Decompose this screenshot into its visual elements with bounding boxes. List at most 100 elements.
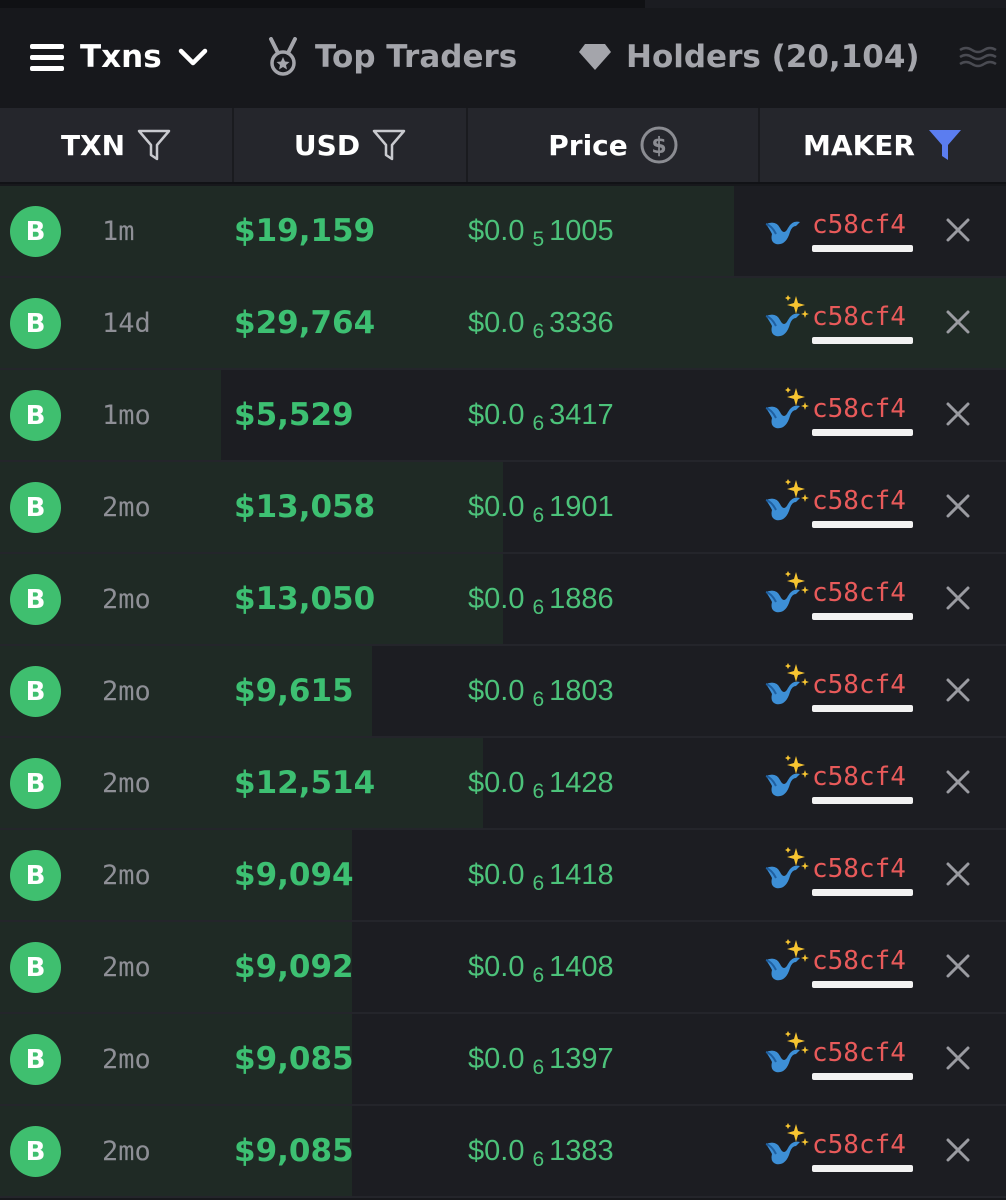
- top-strip-right: [645, 0, 1006, 8]
- maker-address-link[interactable]: c58cf4: [812, 554, 906, 632]
- buy-badge: B: [10, 482, 61, 533]
- tab-holders[interactable]: Holders (20,104): [578, 8, 920, 106]
- price-zero-count: 6: [532, 596, 545, 619]
- price-zero-count: 6: [532, 964, 545, 987]
- close-icon[interactable]: [944, 1136, 972, 1164]
- tab-bar: Txns Top Traders Holders (20,104): [0, 8, 1006, 113]
- sparkle-whale-icon: [762, 754, 810, 800]
- table-row[interactable]: B 2mo $9,092 $0.0 6 1408 c58cf4: [0, 922, 1006, 1014]
- sparkle-whale-icon: [762, 846, 810, 892]
- buy-badge: B: [10, 942, 61, 993]
- sparkle-whale-icon: [762, 938, 810, 984]
- more-tabs-icon[interactable]: [958, 8, 998, 106]
- maker-address-link[interactable]: c58cf4: [812, 922, 906, 1000]
- txn-age: 1mo: [102, 399, 151, 431]
- price-digits: 1428: [549, 766, 614, 799]
- maker-address-link[interactable]: c58cf4: [812, 830, 906, 908]
- maker-address-link[interactable]: c58cf4: [812, 370, 906, 448]
- table-row[interactable]: B 2mo $9,094 $0.0 6 1418 c58cf4: [0, 830, 1006, 922]
- maker-address-link[interactable]: c58cf4: [812, 186, 906, 264]
- price-value: $0.0 6 1886: [468, 554, 614, 644]
- price-value: $0.0 6 1383: [468, 1106, 614, 1196]
- table-row[interactable]: B 2mo $9,085 $0.0 6 1383 c58cf4: [0, 1106, 1006, 1198]
- maker-address-link[interactable]: c58cf4: [812, 1106, 906, 1184]
- price-value: $0.0 6 1803: [468, 646, 614, 736]
- table-header: TXN USD Price $ MAKER: [0, 108, 1006, 184]
- table-row[interactable]: B 2mo $9,615 $0.0 6 1803 c58cf4: [0, 646, 1006, 738]
- buy-badge: B: [10, 666, 61, 717]
- price-zero-count: 6: [532, 688, 545, 711]
- usd-value: $13,058: [234, 489, 376, 525]
- maker-underline: [812, 889, 913, 896]
- usd-value: $9,085: [234, 1133, 354, 1169]
- table-row[interactable]: B 2mo $12,514 $0.0 6 1428 c58cf4: [0, 738, 1006, 830]
- table-row[interactable]: B 2mo $13,050 $0.0 6 1886 c58cf4: [0, 554, 1006, 646]
- close-icon[interactable]: [944, 768, 972, 796]
- price-digits: 3336: [549, 306, 614, 339]
- txn-age: 2mo: [102, 1043, 151, 1075]
- maker-underline: [812, 981, 913, 988]
- header-usd[interactable]: USD: [234, 108, 466, 182]
- close-icon[interactable]: [944, 216, 972, 244]
- usd-value: $13,050: [234, 581, 376, 617]
- txn-age: 2mo: [102, 1135, 151, 1167]
- header-txn[interactable]: TXN: [0, 108, 232, 182]
- header-price[interactable]: Price $: [468, 108, 758, 182]
- price-digits: 3417: [549, 398, 614, 431]
- price-zero-count: 6: [532, 504, 545, 527]
- buy-badge: B: [10, 298, 61, 349]
- maker-address-link[interactable]: c58cf4: [812, 462, 906, 540]
- table-row[interactable]: B 2mo $9,085 $0.0 6 1397 c58cf4: [0, 1014, 1006, 1106]
- maker-address-link[interactable]: c58cf4: [812, 278, 906, 356]
- price-prefix: $0.0: [468, 490, 525, 523]
- buy-badge: B: [10, 1126, 61, 1177]
- tab-top-traders-label: Top Traders: [315, 39, 518, 75]
- maker-address-link[interactable]: c58cf4: [812, 738, 906, 816]
- sparkle-whale-icon: [762, 386, 810, 432]
- price-prefix: $0.0: [468, 766, 525, 799]
- price-zero-count: 6: [532, 872, 545, 895]
- txn-age: 14d: [102, 307, 151, 339]
- menu-icon: [30, 44, 64, 71]
- maker-address-link[interactable]: c58cf4: [812, 1014, 906, 1092]
- close-icon[interactable]: [944, 584, 972, 612]
- tab-txns-label: Txns: [80, 39, 162, 75]
- chevron-down-icon: [178, 48, 207, 66]
- price-digits: 1397: [549, 1042, 614, 1075]
- usd-value: $29,764: [234, 305, 376, 341]
- tab-top-traders[interactable]: Top Traders: [265, 8, 517, 106]
- close-icon[interactable]: [944, 400, 972, 428]
- diamond-icon: [579, 44, 611, 70]
- price-value: $0.0 6 1397: [468, 1014, 614, 1104]
- close-icon[interactable]: [944, 676, 972, 704]
- tab-txns[interactable]: Txns: [30, 8, 208, 106]
- table-row[interactable]: B 2mo $13,058 $0.0 6 1901 c58cf4: [0, 462, 1006, 554]
- table-row[interactable]: B 14d $29,764 $0.0 6 3336 c58cf4: [0, 278, 1006, 370]
- table-row[interactable]: B 1m $19,159 $0.0 5 1005 c58cf4: [0, 186, 1006, 278]
- price-value: $0.0 6 1418: [468, 830, 614, 920]
- close-icon[interactable]: [944, 952, 972, 980]
- maker-underline: [812, 797, 913, 804]
- filter-icon: [372, 129, 406, 161]
- price-digits: 1886: [549, 582, 614, 615]
- price-value: $0.0 6 3336: [468, 278, 614, 368]
- price-prefix: $0.0: [468, 1042, 525, 1075]
- close-icon[interactable]: [944, 492, 972, 520]
- header-maker[interactable]: MAKER: [760, 108, 1006, 182]
- wave-icon: [959, 46, 997, 68]
- tab-holders-label: Holders (20,104): [626, 39, 920, 75]
- maker-address-link[interactable]: c58cf4: [812, 646, 906, 724]
- close-icon[interactable]: [944, 308, 972, 336]
- price-prefix: $0.0: [468, 398, 525, 431]
- close-icon[interactable]: [944, 860, 972, 888]
- price-value: $0.0 5 1005: [468, 186, 614, 276]
- price-prefix: $0.0: [468, 1134, 525, 1167]
- transactions-table: B 1m $19,159 $0.0 5 1005 c58cf4 B 14d $29,764 $0.0…: [0, 186, 1006, 1198]
- maker-underline: [812, 613, 913, 620]
- buy-badge: B: [10, 1034, 61, 1085]
- maker-underline: [812, 521, 913, 528]
- table-row[interactable]: B 1mo $5,529 $0.0 6 3417 c58cf4: [0, 370, 1006, 462]
- buy-badge: B: [10, 850, 61, 901]
- close-icon[interactable]: [944, 1044, 972, 1072]
- filter-active-icon: [928, 130, 961, 160]
